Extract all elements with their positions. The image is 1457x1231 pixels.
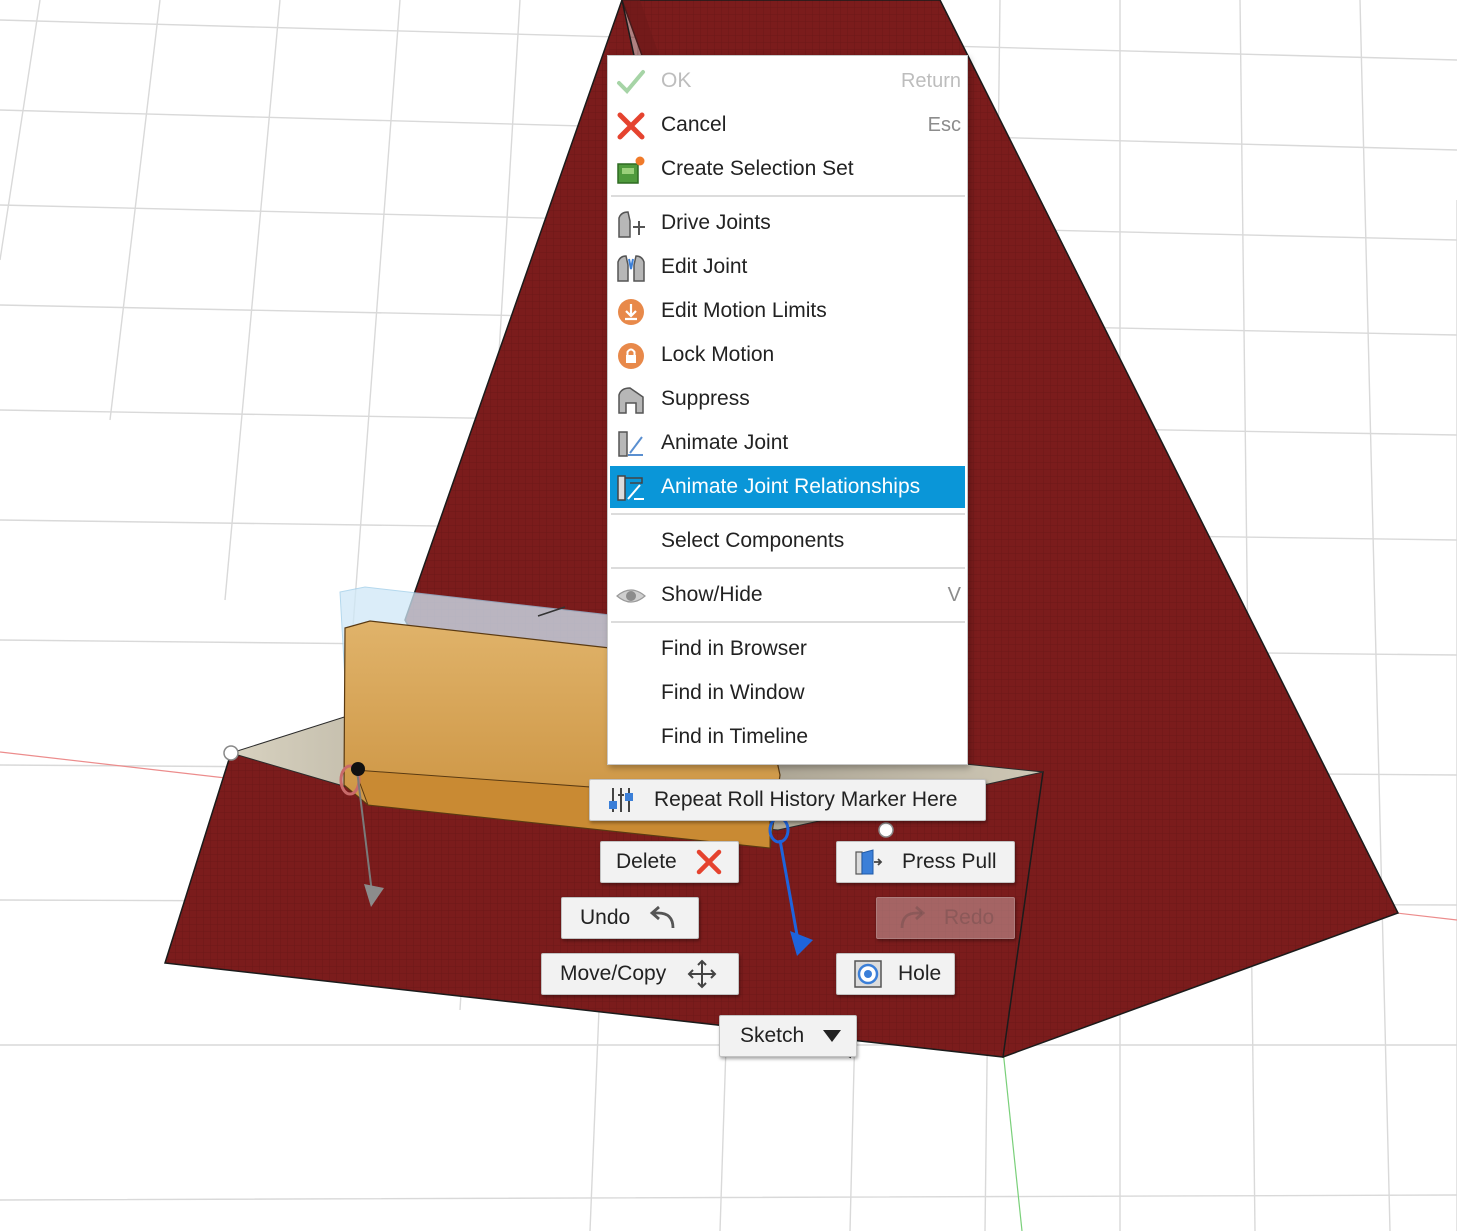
menu-item-shortcut: V xyxy=(947,584,961,606)
menu-item-animate-joint-relationships[interactable]: Animate Joint Relationships xyxy=(610,466,965,508)
animate-joint-relationships-icon xyxy=(617,475,644,501)
menu-item-ok[interactable]: OK Return xyxy=(610,60,965,102)
menu-item-find-in-browser[interactable]: Find in Browser xyxy=(610,628,965,670)
menu-item-label: OK xyxy=(661,69,692,92)
menu-item-label: Find in Browser xyxy=(661,637,807,660)
menu-item-show-hide[interactable]: Show/Hide V xyxy=(610,574,965,616)
menu-item-label: Cancel xyxy=(661,113,727,136)
press-pull-button[interactable]: Press Pull xyxy=(836,841,1015,883)
menu-item-label: Animate Joint Relationships xyxy=(661,475,921,498)
suppress-icon xyxy=(618,387,644,414)
redo-label: Redo xyxy=(944,906,995,929)
menu-item-label: Edit Joint xyxy=(661,255,748,278)
context-menu: OK Return Cancel Esc Create Selection Se… xyxy=(607,55,968,765)
menu-item-cancel[interactable]: Cancel Esc xyxy=(610,104,965,146)
menu-item-find-in-timeline[interactable]: Find in Timeline xyxy=(610,716,965,758)
edit-joint-icon xyxy=(617,255,645,282)
move-arrows-icon xyxy=(687,959,717,989)
menu-item-drive-joints[interactable]: Drive Joints xyxy=(610,202,965,244)
undo-label: Undo xyxy=(580,906,631,929)
hole-icon xyxy=(854,960,882,988)
sketch-dropdown-button[interactable]: Sketch xyxy=(719,1015,857,1057)
redo-arrow-icon xyxy=(900,905,926,929)
sketch-label: Sketch xyxy=(740,1024,805,1047)
menu-item-label: Animate Joint xyxy=(661,431,789,454)
delete-button[interactable]: Delete xyxy=(600,841,739,883)
press-pull-icon xyxy=(855,849,883,875)
repeat-roll-history-button[interactable]: Repeat Roll History Marker Here xyxy=(589,779,986,821)
hole-button[interactable]: Hole xyxy=(836,953,955,995)
dropdown-triangle-icon xyxy=(823,1030,841,1042)
menu-item-label: Show/Hide xyxy=(661,583,763,606)
menu-item-animate-joint[interactable]: Animate Joint xyxy=(610,422,965,464)
undo-arrow-icon xyxy=(649,905,675,929)
menu-item-shortcut: Esc xyxy=(927,114,961,136)
lock-icon xyxy=(618,343,644,369)
menu-item-label: Lock Motion xyxy=(661,343,775,366)
menu-item-lock-motion[interactable]: Lock Motion xyxy=(610,334,965,376)
cancel-x-icon xyxy=(617,112,645,140)
menu-item-label: Edit Motion Limits xyxy=(661,299,827,322)
roll-history-icon xyxy=(609,788,633,812)
motion-limits-icon xyxy=(618,299,644,325)
press-pull-label: Press Pull xyxy=(902,850,997,873)
undo-button[interactable]: Undo xyxy=(561,897,699,939)
menu-separator xyxy=(611,621,965,623)
move-copy-label: Move/Copy xyxy=(560,962,667,985)
menu-item-label: Drive Joints xyxy=(661,211,771,234)
menu-item-edit-joint[interactable]: Edit Joint xyxy=(610,246,965,288)
delete-label: Delete xyxy=(616,850,677,873)
menu-item-shortcut: Return xyxy=(900,70,961,92)
repeat-roll-history-label: Repeat Roll History Marker Here xyxy=(654,788,958,811)
animate-joint-icon xyxy=(618,431,643,457)
selection-set-icon xyxy=(617,156,645,184)
checkmark-icon xyxy=(617,70,645,94)
menu-item-label: Create Selection Set xyxy=(661,157,854,180)
eye-icon xyxy=(616,589,646,603)
menu-separator xyxy=(611,513,965,515)
menu-item-label: Find in Timeline xyxy=(661,725,809,748)
menu-separator xyxy=(611,195,965,197)
menu-item-edit-motion-limits[interactable]: Edit Motion Limits xyxy=(610,290,965,332)
hole-label: Hole xyxy=(898,962,942,985)
menu-item-select-components[interactable]: Select Components xyxy=(610,520,965,562)
menu-item-suppress[interactable]: Suppress xyxy=(610,378,965,420)
menu-item-create-selection-set[interactable]: Create Selection Set xyxy=(610,148,965,190)
delete-x-icon xyxy=(696,849,722,875)
move-copy-button[interactable]: Move/Copy xyxy=(541,953,739,995)
menu-item-find-in-window[interactable]: Find in Window xyxy=(610,672,965,714)
menu-separator xyxy=(611,567,965,569)
vertex-handle-right[interactable] xyxy=(878,822,894,838)
menu-item-label: Suppress xyxy=(661,387,750,410)
menu-item-label: Select Components xyxy=(661,529,845,552)
menu-item-label: Find in Window xyxy=(661,681,805,704)
vertex-handle-left[interactable] xyxy=(223,745,239,761)
drive-joints-icon xyxy=(618,211,645,238)
redo-button[interactable]: Redo xyxy=(876,897,1015,939)
y-axis-line xyxy=(1002,1049,1023,1231)
